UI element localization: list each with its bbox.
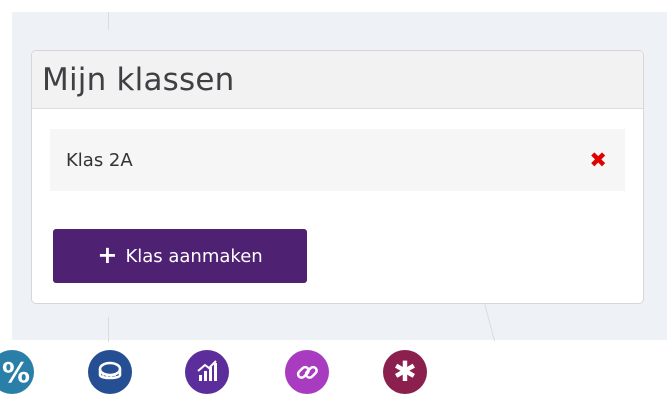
create-class-label: Klas aanmaken <box>125 245 263 267</box>
background-line <box>108 317 109 342</box>
my-classes-card: Mijn klassen Klas 2A ✖ + Klas aanmaken <box>31 50 644 304</box>
card-title: Mijn klassen <box>42 61 235 98</box>
class-name[interactable]: Klas 2A <box>66 150 133 171</box>
asterisk-icon[interactable]: ✱ <box>383 350 427 394</box>
background-line <box>108 12 109 30</box>
create-class-button[interactable]: + Klas aanmaken <box>53 229 307 283</box>
percent-icon[interactable]: % <box>0 350 34 394</box>
bottom-icon-row: % ✱ <box>0 340 570 400</box>
class-row[interactable]: Klas 2A ✖ <box>50 129 625 191</box>
page: Mijn klassen Klas 2A ✖ + Klas aanmaken % <box>0 0 667 400</box>
growth-chart-icon[interactable] <box>185 350 229 394</box>
plus-icon: + <box>97 241 118 269</box>
measuring-tape-icon[interactable] <box>88 350 132 394</box>
link-icon[interactable] <box>285 350 329 394</box>
close-icon[interactable]: ✖ <box>589 149 607 171</box>
card-header: Mijn klassen <box>32 51 643 109</box>
background-line <box>483 302 496 342</box>
